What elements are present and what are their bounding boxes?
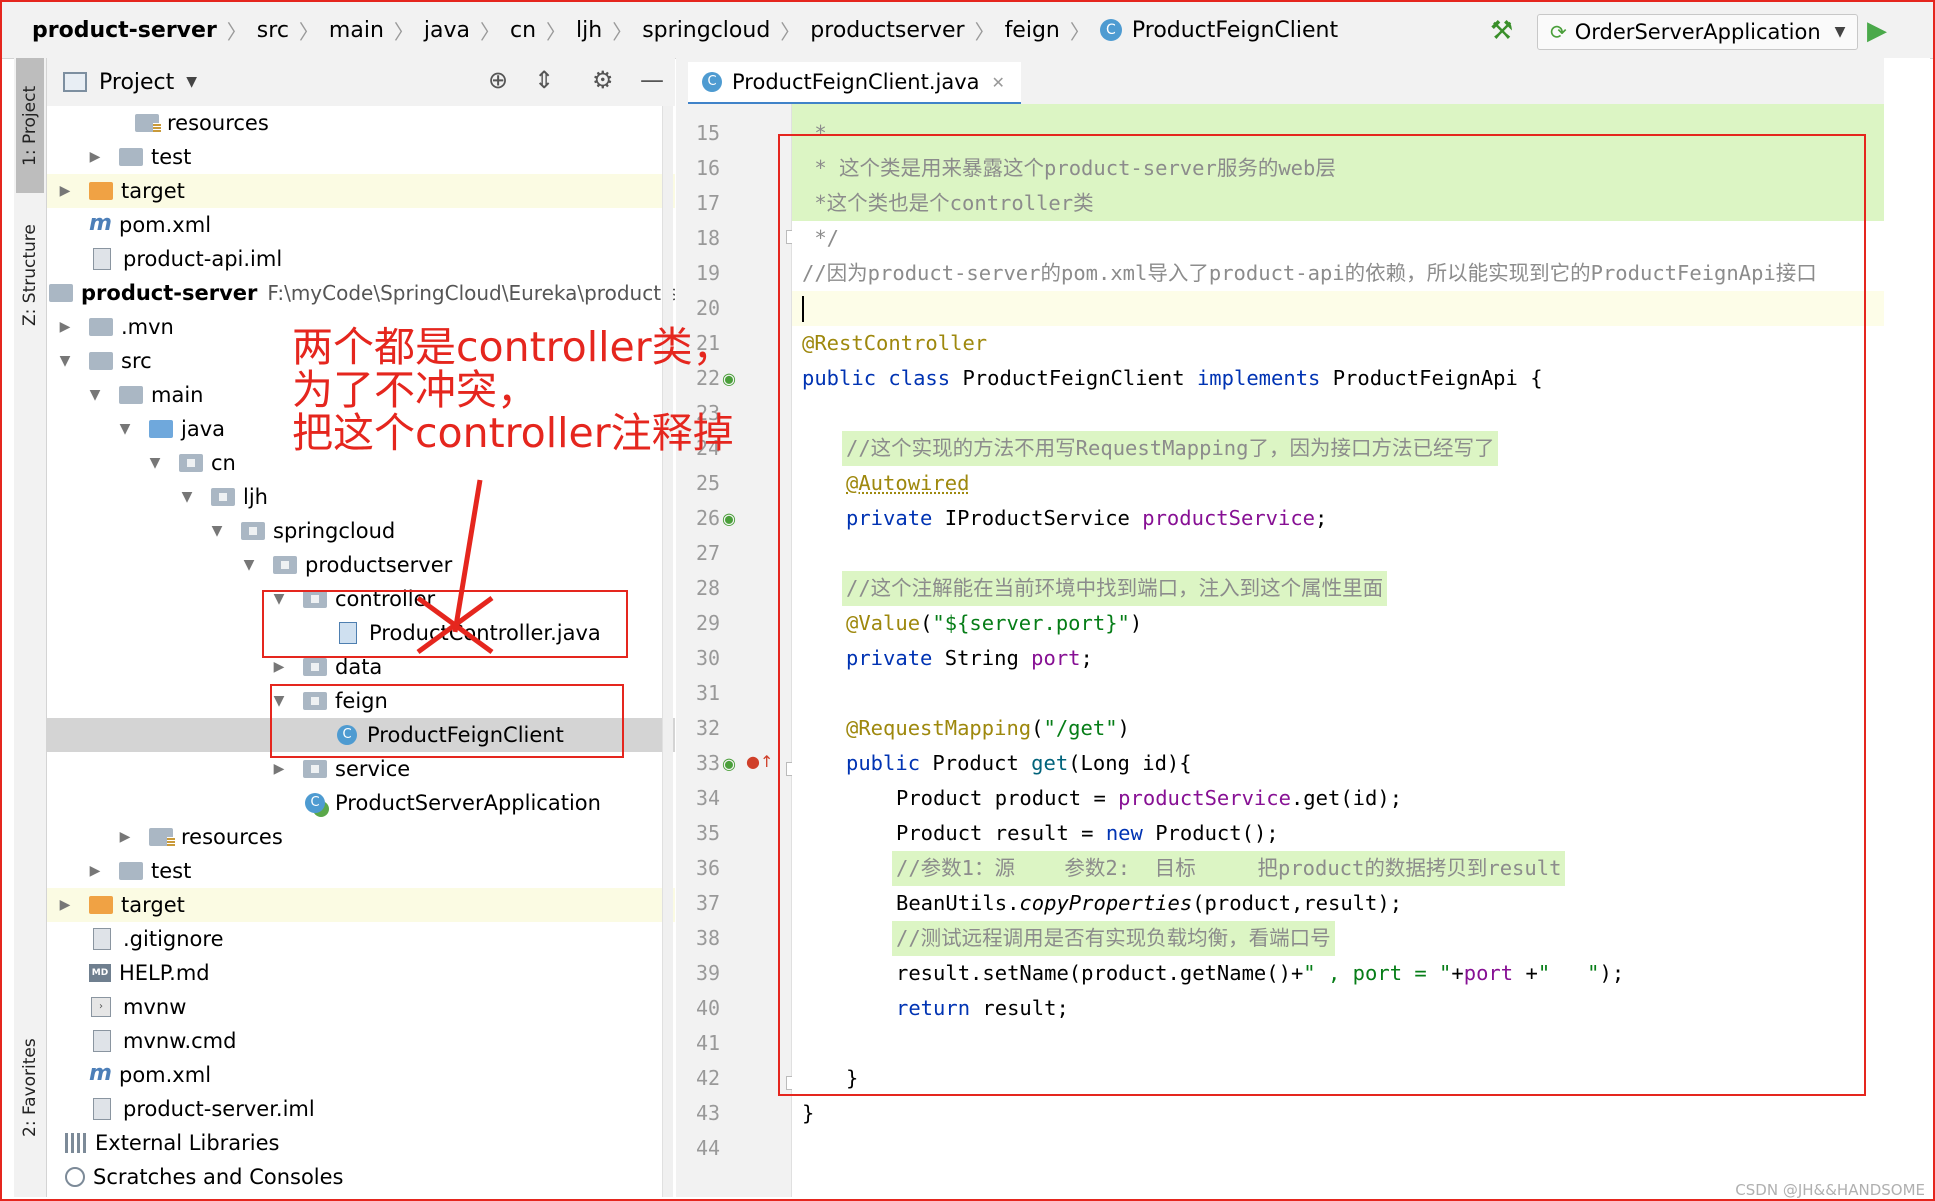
screenshot-frame: [0, 0, 1935, 1201]
